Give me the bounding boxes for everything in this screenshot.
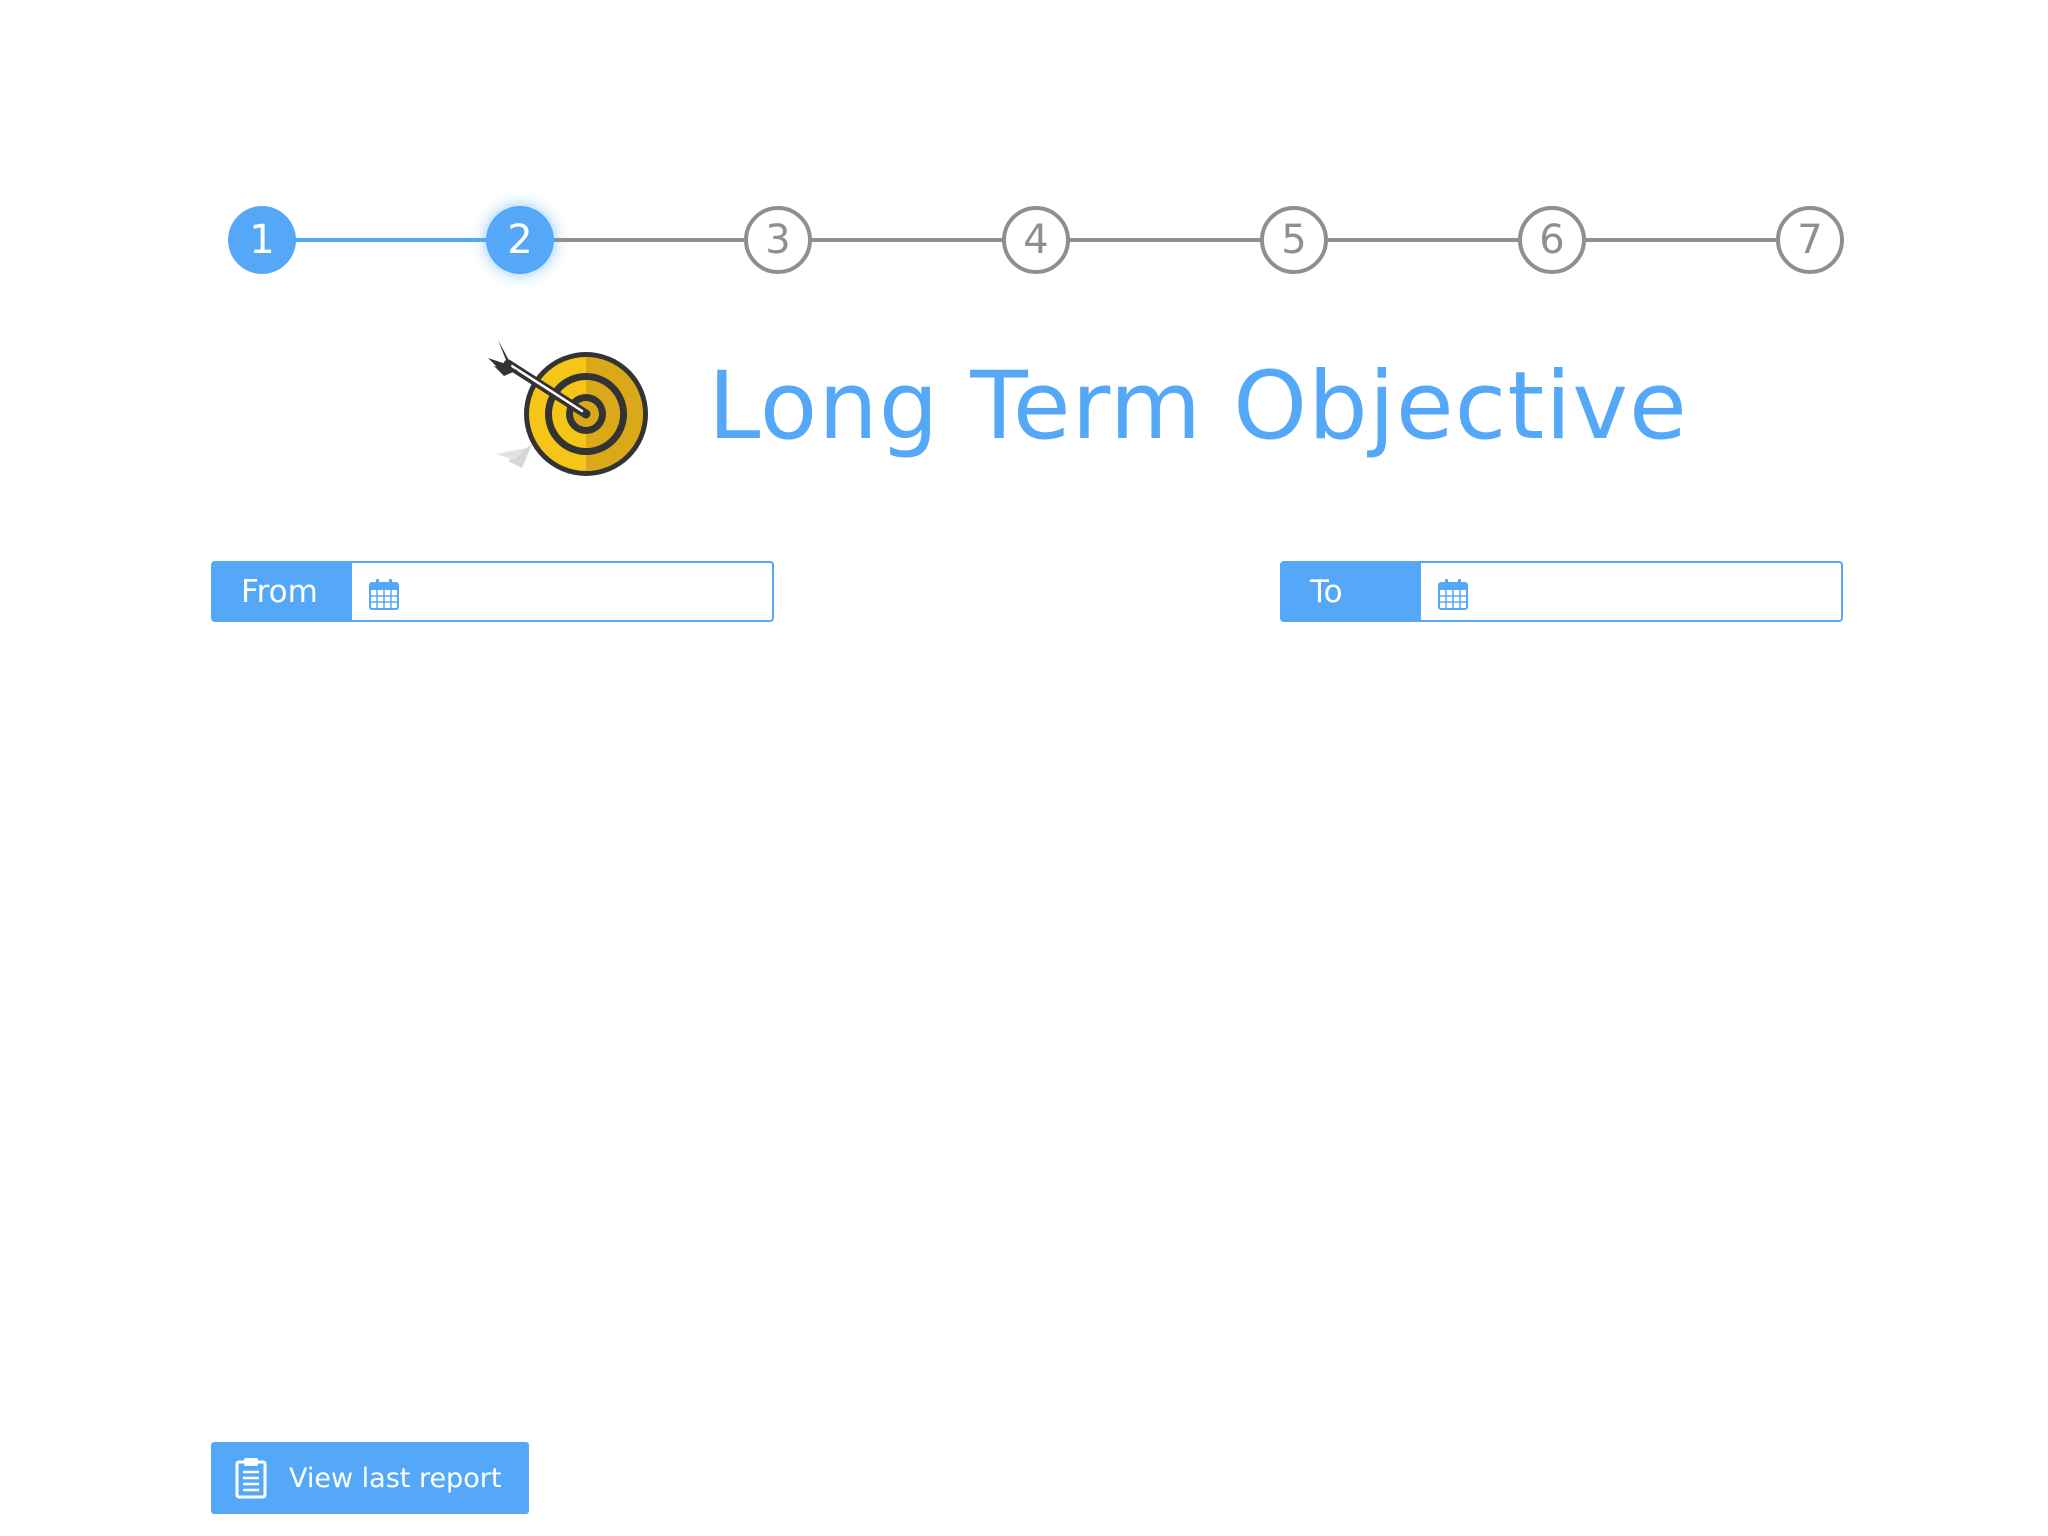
page-title: Long Term Objective [708, 352, 1688, 461]
step-5[interactable]: 5 [1260, 206, 1328, 274]
view-last-report-button[interactable]: View last report [211, 1442, 529, 1514]
to-date-input[interactable] [1483, 571, 1831, 613]
from-date-input-wrapper[interactable] [352, 561, 774, 622]
progress-stepper: 1 2 3 4 5 6 7 [0, 0, 2048, 300]
calendar-icon[interactable] [369, 578, 399, 610]
stepper-connector [1036, 238, 1294, 242]
stepper-connector [262, 238, 520, 242]
to-label: To [1280, 561, 1421, 622]
step-3[interactable]: 3 [744, 206, 812, 274]
step-6[interactable]: 6 [1518, 206, 1586, 274]
from-date-field: From [211, 561, 774, 622]
step-4[interactable]: 4 [1002, 206, 1070, 274]
to-date-input-wrapper[interactable] [1421, 561, 1843, 622]
view-last-report-label: View last report [289, 1462, 502, 1494]
step-7[interactable]: 7 [1776, 206, 1844, 274]
stepper-connector [778, 238, 1036, 242]
stepper-connector [1294, 238, 1552, 242]
stepper-connector [1552, 238, 1810, 242]
from-date-input[interactable] [414, 571, 762, 613]
clipboard-icon [235, 1458, 267, 1499]
step-1[interactable]: 1 [228, 206, 296, 274]
target-icon [488, 340, 648, 476]
stepper-connector [520, 238, 778, 242]
step-2[interactable]: 2 [486, 206, 554, 274]
calendar-icon[interactable] [1438, 578, 1468, 610]
from-label: From [211, 561, 352, 622]
to-date-field: To [1280, 561, 1843, 622]
